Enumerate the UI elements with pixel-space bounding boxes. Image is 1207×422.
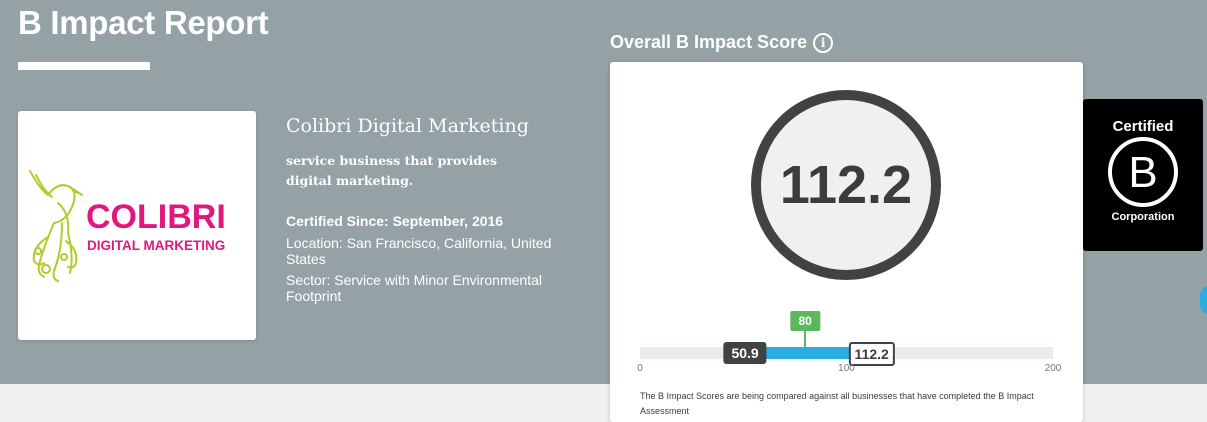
score-card: 112.2 80 50.9 112.2 0 100 200 The B Impa… <box>610 62 1083 422</box>
logo-subtitle: DIGITAL MARKETING <box>87 238 225 253</box>
logo-wordmark: COLIBRI <box>86 198 226 236</box>
side-feedback-tab[interactable] <box>1200 286 1207 314</box>
scale-tick-label: 0 <box>637 363 643 374</box>
median-score-marker: 80 <box>790 311 820 331</box>
company-location: Location: San Francisco, California, Uni… <box>286 235 552 267</box>
badge-b-letter: B <box>1128 148 1157 197</box>
comparison-note: The B Impact Scores are being compared a… <box>640 391 1034 416</box>
company-score-marker: 112.2 <box>848 342 895 366</box>
company-logo-card: COLIBRI DIGITAL MARKETING <box>18 111 256 340</box>
scale-tick-label: 100 <box>838 363 855 374</box>
score-heading: Overall B Impact Score i <box>610 32 834 53</box>
title-underline <box>18 62 150 70</box>
company-name: Colibri Digital Marketing <box>286 115 529 137</box>
badge-certified-label: Certified <box>1112 118 1174 135</box>
score-scale-track <box>640 347 1053 359</box>
scale-tick-label: 200 <box>1044 363 1062 374</box>
hummingbird-icon <box>29 170 83 282</box>
median-marker-stem <box>804 331 807 347</box>
score-heading-label: Overall B Impact Score <box>610 32 808 52</box>
page-title: B Impact Report <box>18 4 269 41</box>
colibri-logo: COLIBRI DIGITAL MARKETING <box>29 170 226 282</box>
certified-since: Certified Since: September, 2016 <box>286 213 504 229</box>
company-description: service business that provides digital m… <box>286 153 498 188</box>
company-sector: Sector: Service with Minor Environmental… <box>286 272 542 304</box>
b-corp-logo-icon: B <box>1108 137 1178 207</box>
certified-b-corp-badge: Certified B Corporation <box>1083 99 1203 251</box>
qualifying-score-marker: 50.9 <box>723 342 767 364</box>
info-icon[interactable]: i <box>813 32 834 53</box>
overall-score-value: 112.2 <box>779 155 913 215</box>
badge-corporation-label: Corporation <box>1111 211 1175 223</box>
score-ring: 112.2 <box>751 90 941 280</box>
